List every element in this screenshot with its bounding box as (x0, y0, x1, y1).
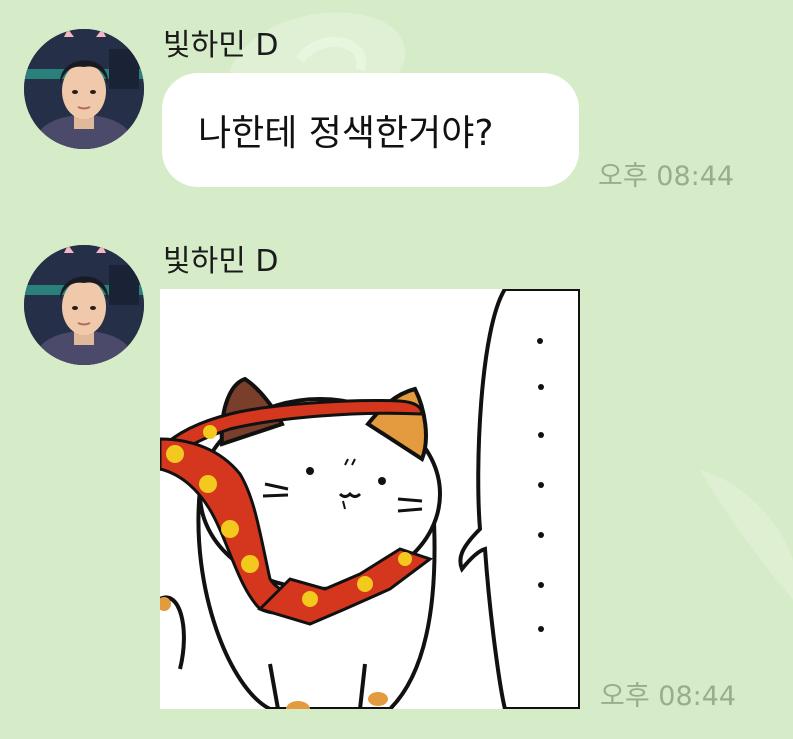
chat-window: 빛하민 D 나한테 정색한거야? 오후 08:44 빛하민 D 오후 08:44 (0, 0, 793, 739)
sticker-message[interactable] (160, 289, 580, 709)
sender-avatar[interactable] (24, 245, 144, 365)
sender-name: 빛하민 D (163, 28, 279, 63)
message-timestamp: 오후 08:44 (600, 681, 737, 712)
sender-avatar[interactable] (24, 29, 144, 149)
profile-avatar-icon (24, 245, 144, 365)
message-timestamp: 오후 08:44 (598, 161, 735, 192)
message-bubble[interactable]: 나한테 정색한거야? (162, 73, 579, 187)
sender-name: 빛하민 D (163, 244, 279, 279)
cat-sticker-icon (160, 289, 580, 709)
message-1: 빛하민 D 나한테 정색한거야? 오후 08:44 (0, 0, 793, 200)
profile-avatar-icon (24, 29, 144, 149)
message-2: 빛하민 D 오후 08:44 (0, 218, 793, 739)
